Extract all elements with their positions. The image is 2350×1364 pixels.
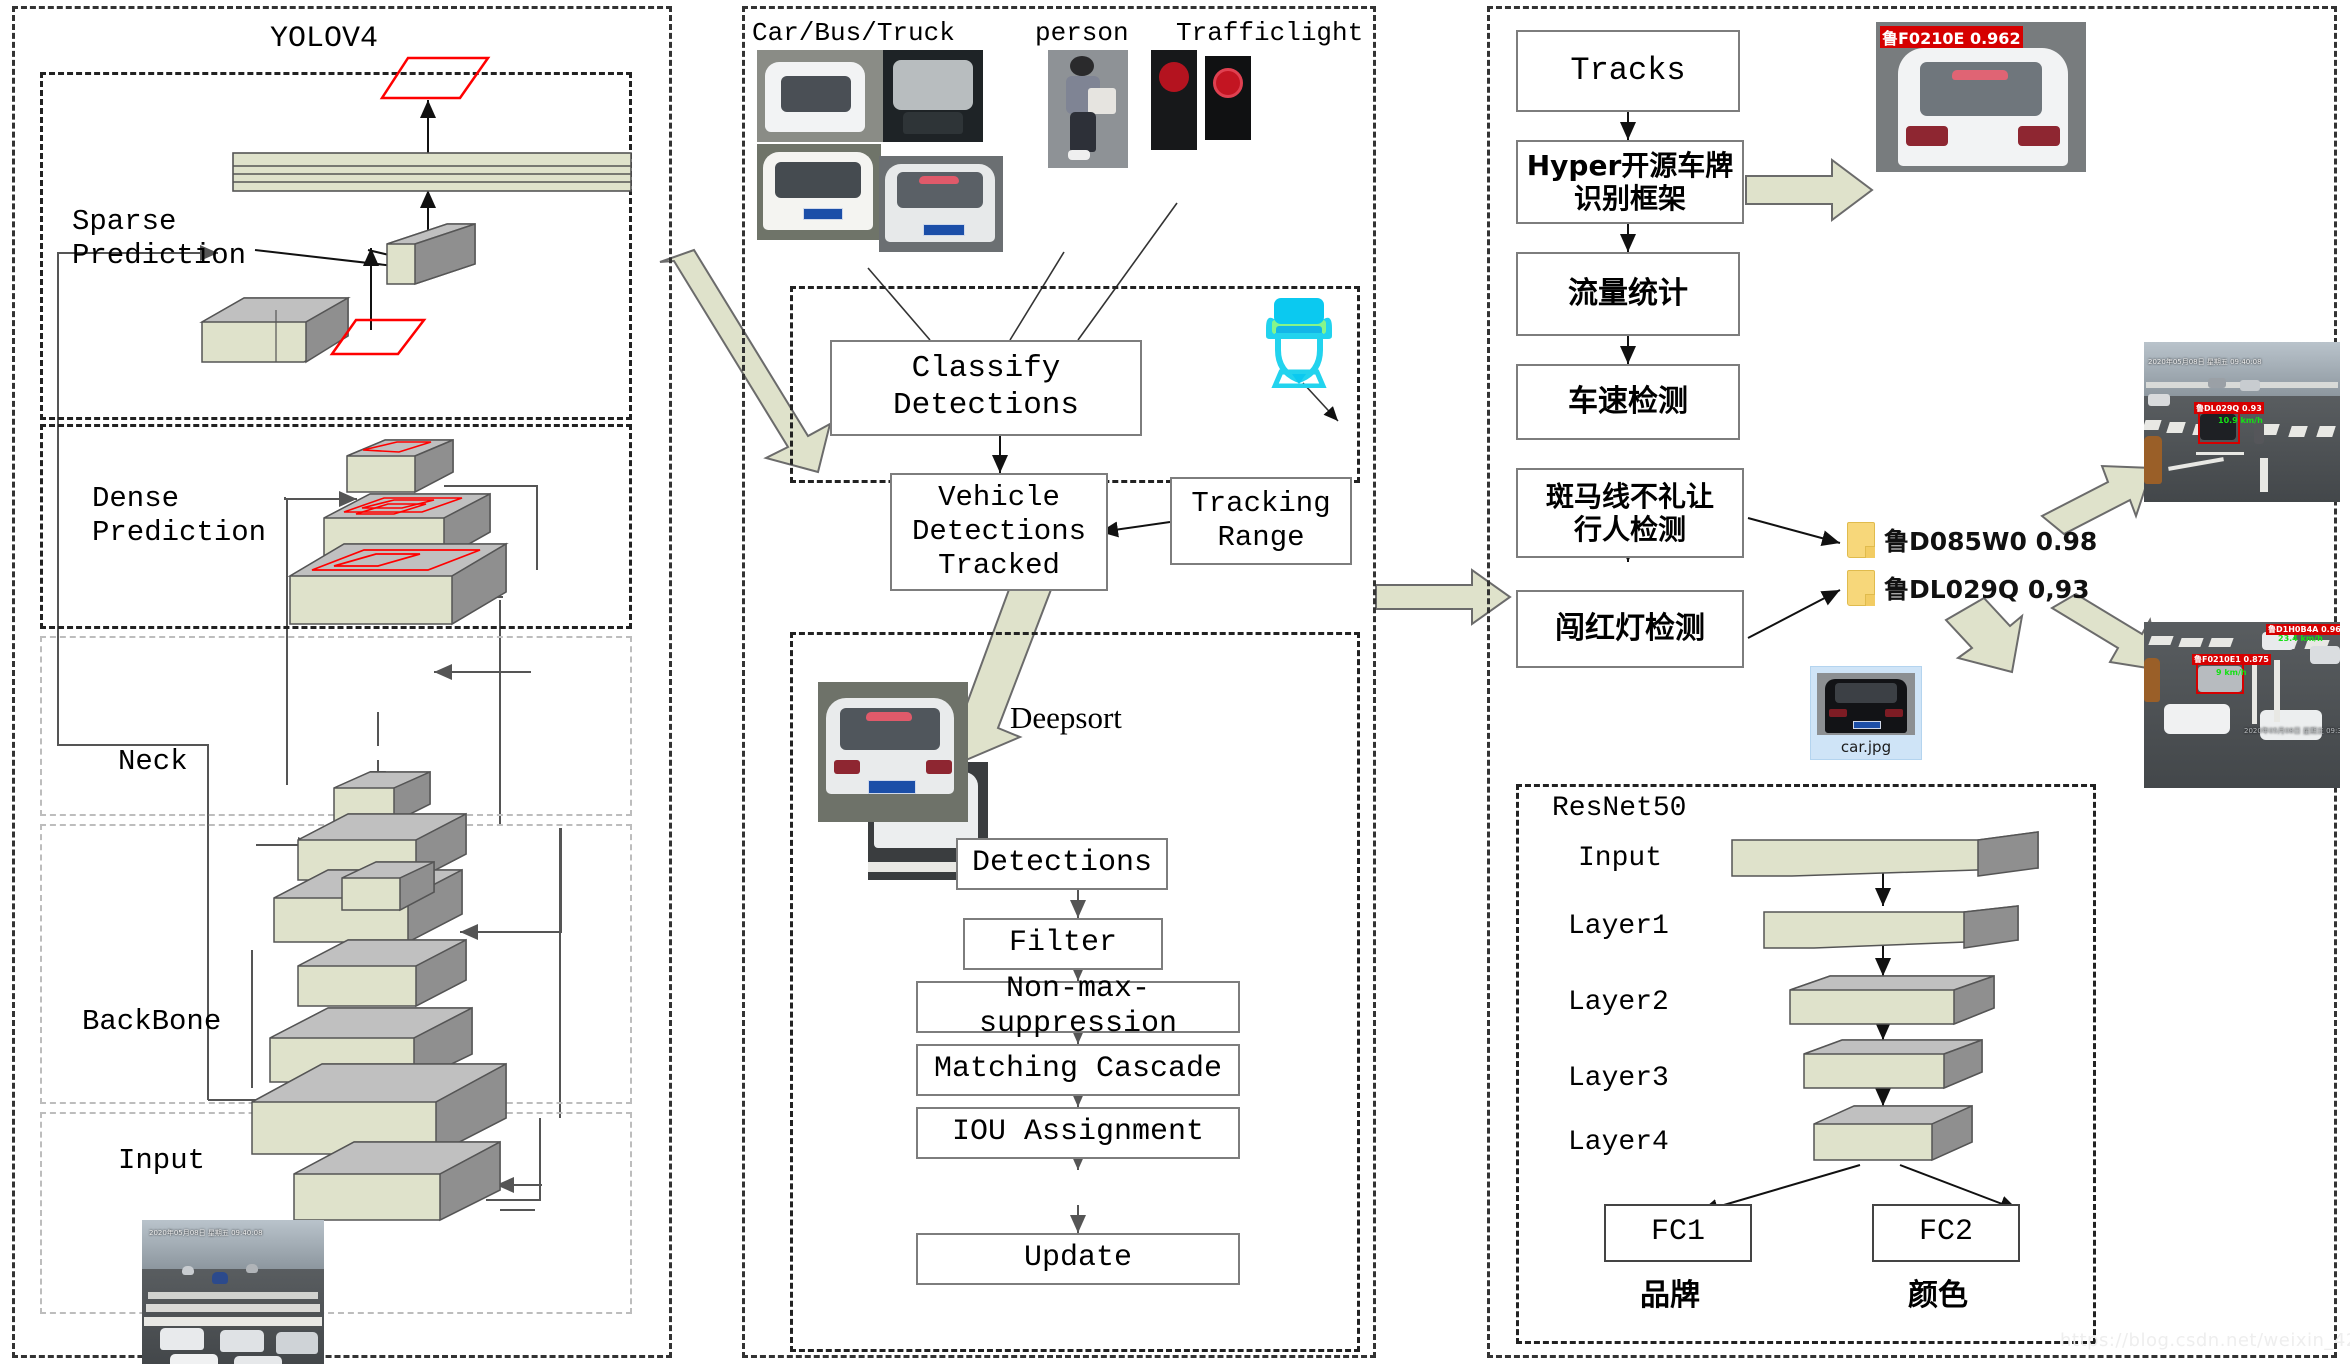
plate-sample-1 — [803, 208, 843, 220]
vehicle-detections-tracked-box[interactable]: Vehicle Detections Tracked — [890, 473, 1108, 591]
deepsort-step-update[interactable]: Update — [916, 1233, 1240, 1285]
tracking-range-box[interactable]: Tracking Range — [1170, 477, 1352, 565]
sparse-right-parallelogram — [329, 318, 427, 358]
dense-small-cube — [345, 438, 455, 496]
sparse-left-slab — [199, 296, 351, 366]
sparse-feature-cube — [385, 222, 477, 288]
classify-detections-box[interactable]: Classify Detections — [830, 340, 1142, 436]
speed-detection-box[interactable]: 车速检测 — [1516, 364, 1740, 440]
sparse-prediction-label: Sparse Prediction — [72, 205, 247, 273]
yolov4-title: YOLOV4 — [270, 22, 379, 56]
car-thumbnail-card[interactable]: car.jpg — [1810, 666, 1922, 760]
car-thumbnail-caption: car.jpg — [1840, 738, 1892, 756]
backbone-cube-top — [340, 860, 436, 914]
violation-file-label-1: 鲁D085W0 0.98 — [1884, 527, 2098, 556]
flow-statistics-box[interactable]: 流量统计 — [1516, 252, 1740, 336]
deepsort-plate — [868, 780, 916, 794]
resnet-layer-label-input: Input — [1578, 843, 1663, 874]
backbone-slab-2 — [296, 938, 468, 1012]
resnet-slab-layer2 — [1788, 974, 1996, 1026]
evidence1-tag-red: 鲁DL029Q 0.93 — [2194, 402, 2264, 414]
folder-icon — [1847, 570, 1875, 606]
folder-icon — [1847, 522, 1875, 558]
violation-file-row-1[interactable]: 鲁D085W0 0.98 — [1847, 522, 2097, 558]
diagram-canvas: YOLOV4 Sparse Prediction Dense Predictio… — [0, 0, 2350, 1364]
fc1-caption: 品牌 — [1640, 1278, 1700, 1313]
trafficlight-crop-1 — [1151, 50, 1197, 150]
evidence2-timestamp: 2020年05月08日 星期五 09:39:52 — [2244, 727, 2340, 735]
fc1-box[interactable]: FC1 — [1604, 1204, 1752, 1262]
evidence2-tag-red-2: 鲁F0210E1 0.875 — [2192, 654, 2271, 665]
deepsort-step-detections[interactable]: Detections — [956, 838, 1168, 890]
source-watermark: https://blog.csdn.net/weixin_42710909 — [2060, 1330, 2350, 1351]
resnet-slab-input — [1730, 830, 2040, 878]
resnet-slab-layer4 — [1812, 1104, 1974, 1162]
violation-file-row-2[interactable]: 鲁DL029Q 0,93 — [1847, 570, 2090, 606]
fc2-caption: 颜色 — [1908, 1278, 1968, 1313]
resnet-layer-label-3: Layer3 — [1568, 1063, 1669, 1094]
evidence2-tag-green-1: 23.4 km/h — [2278, 634, 2323, 643]
neck-label: Neck — [118, 745, 188, 778]
deepsort-step-matching-cascade[interactable]: Matching Cascade — [916, 1044, 1240, 1096]
fc2-box[interactable]: FC2 — [1872, 1204, 2020, 1262]
dense-large-slab — [287, 542, 509, 630]
class-label-person: person — [1035, 18, 1129, 48]
trafficlight-crop-2 — [1205, 56, 1251, 140]
car-thumbnail-image — [1817, 673, 1915, 735]
deepsort-step-filter[interactable]: Filter — [963, 918, 1163, 970]
evidence1-timestamp: 2020年05月08日 星期五 09:40:08 — [2148, 358, 2262, 366]
violation-file-label-2: 鲁DL029Q 0,93 — [1884, 575, 2090, 604]
tracks-box[interactable]: Tracks — [1516, 30, 1740, 112]
plate-recognition-result-image: 鲁F0210E 0.962 — [1876, 22, 2086, 172]
input-image-timestamp: 2020年05月08日 星期五 09:40:08 — [149, 1229, 263, 1237]
hyperlpr-box[interactable]: Hyper开源车牌 识别框架 — [1516, 140, 1744, 224]
crosswalk-yield-box[interactable]: 斑马线不礼让 行人检测 — [1516, 468, 1744, 558]
resnet-layer-label-1: Layer1 — [1568, 911, 1669, 942]
evidence-image-crosswalk: 鲁DL029Q 0.93 10.9 km/h 2020年05月08日 星期五 0… — [2144, 342, 2340, 502]
evidence-image-redlight: 鲁D1H0B4A 0.963 23.4 km/h 鲁F0210E1 0.875 … — [2144, 622, 2340, 788]
vehicle-crop-1 — [757, 50, 885, 142]
input-label: Input — [118, 1144, 206, 1177]
resnet50-title: ResNet50 — [1552, 793, 1687, 824]
car-thumbnail-plate — [1853, 721, 1881, 729]
deepsort-step-iou-assignment[interactable]: IOU Assignment — [916, 1107, 1240, 1159]
class-label-vehicle: Car/Bus/Truck — [752, 18, 955, 48]
input-slab — [292, 1140, 502, 1226]
traffic-police-icon — [1252, 292, 1346, 393]
resnet-layer-label-2: Layer2 — [1568, 987, 1669, 1018]
deepsort-step-nms[interactable]: Non-max-suppression — [916, 972, 1240, 1041]
resnet-layer-label-4: Layer4 — [1568, 1127, 1669, 1158]
deepsort-crop-front — [818, 682, 968, 822]
backbone-label: BackBone — [82, 1005, 222, 1038]
person-crop — [1048, 50, 1128, 168]
evidence2-tag-green-2: 9 km/h — [2216, 668, 2247, 677]
evidence1-tag-green: 10.9 km/h — [2218, 416, 2263, 425]
sparse-output-parallelogram — [379, 56, 491, 104]
input-traffic-image: 2020年05月08日 星期五 09:40:08 — [142, 1220, 324, 1364]
vehicle-crop-4 — [879, 156, 1003, 252]
plate-sample-2 — [923, 224, 965, 236]
redlight-running-box[interactable]: 闯红灯检测 — [1516, 590, 1744, 668]
vehicle-crop-2 — [883, 50, 983, 142]
resnet-slab-layer1 — [1762, 904, 2020, 950]
class-label-trafficlight: Trafficlight — [1176, 18, 1364, 48]
vehicle-crop-3 — [757, 144, 881, 240]
deepsort-title: Deepsort — [1010, 700, 1122, 735]
dense-prediction-label: Dense Prediction — [92, 482, 267, 550]
resnet-slab-layer3 — [1802, 1038, 1984, 1090]
plate-result-tag: 鲁F0210E 0.962 — [1880, 26, 2023, 48]
sparse-dense-bar — [232, 152, 632, 192]
